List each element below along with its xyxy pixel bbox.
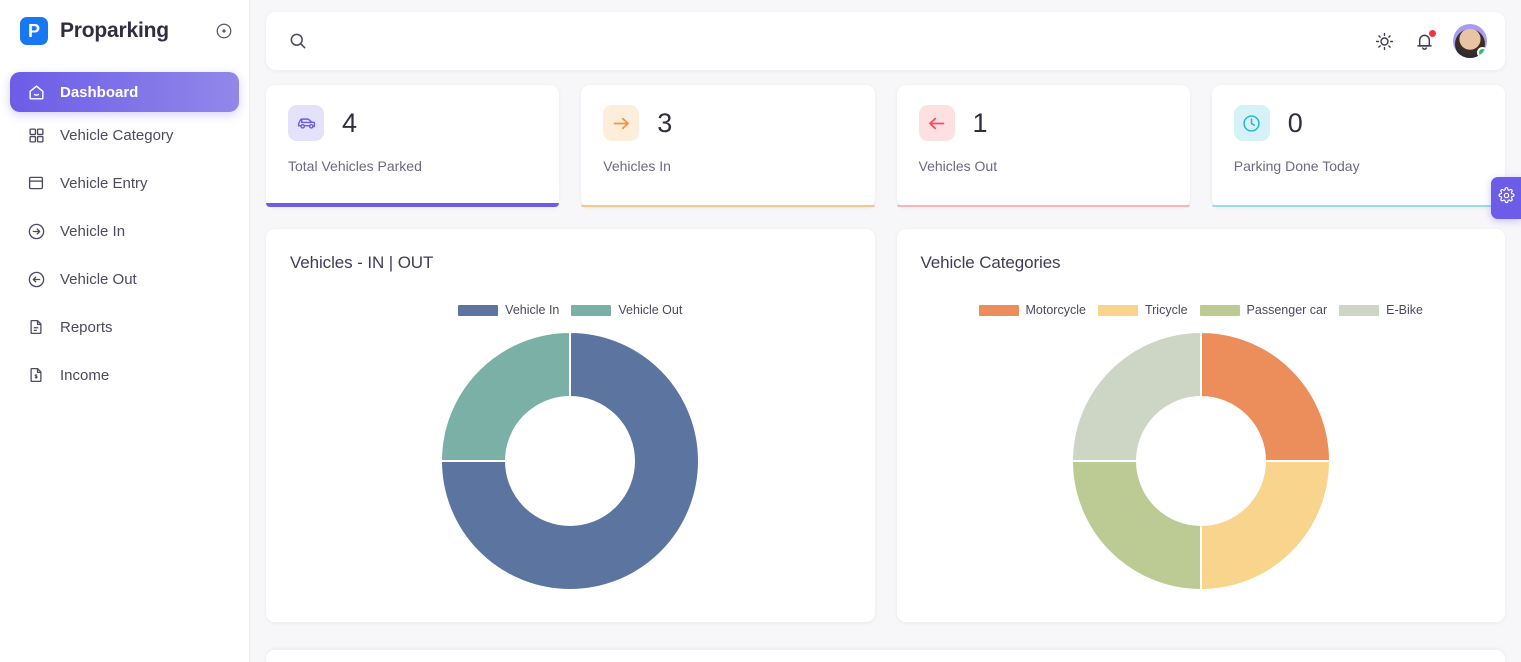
sidebar-item-label: Vehicle Category: [60, 126, 174, 144]
chart-title: Vehicles - IN | OUT: [290, 253, 434, 272]
legend-swatch: [1339, 304, 1380, 316]
donut-slice[interactable]: [1070, 460, 1202, 592]
document-icon: [26, 317, 46, 337]
legend-swatch: [571, 304, 612, 316]
stat-label: Vehicles Out: [918, 158, 998, 174]
sidebar-item-vehicle-entry[interactable]: Vehicle Entry: [10, 162, 239, 204]
chart-card-vehicles-in-out: Vehicles - IN | OUT Vehicle In Vehicle Ou…: [266, 229, 875, 622]
arrow-right-icon: [603, 105, 640, 141]
legend-swatch: [978, 304, 1019, 316]
topbar: [266, 12, 1505, 70]
legend-label: Tricycle: [1144, 303, 1188, 317]
chart-card-vehicle-categories: Vehicle Categories Motorcycle Tricycle Pas…: [896, 229, 1505, 622]
donut-chart-container: [290, 329, 851, 593]
home-icon: [26, 82, 46, 102]
legend-item[interactable]: Vehicle In: [458, 303, 559, 317]
donut-slice[interactable]: [440, 330, 572, 462]
notification-badge: [1428, 29, 1437, 38]
sidebar-item-label: Vehicle Out: [60, 270, 137, 288]
stat-top: 4: [288, 105, 537, 141]
stat-top: 3: [603, 105, 852, 141]
stat-card-vehicles-in[interactable]: 3 Vehicles In: [581, 85, 875, 207]
stat-label: Total Vehicles Parked: [288, 158, 422, 174]
sidebar-nav: Dashboard Vehicle Category Vehicle Entry…: [0, 72, 249, 396]
bottom-panel-partial: [266, 650, 1505, 662]
app-root: P Proparking Dashboard Vehicle Category …: [0, 0, 1521, 662]
avatar[interactable]: [1453, 24, 1487, 58]
clock-icon: [1233, 105, 1270, 141]
stat-cards: 4 Total Vehicles Parked 3 Vehicles In 1 …: [266, 85, 1506, 207]
stat-card-total-vehicles-parked[interactable]: 4 Total Vehicles Parked: [266, 85, 560, 207]
sidebar-item-label: Dashboard: [60, 83, 139, 101]
window-icon: [26, 173, 46, 193]
legend-label: Vehicle Out: [618, 303, 683, 317]
donut-slice[interactable]: [1070, 330, 1202, 462]
legend-swatch: [1097, 304, 1138, 316]
sidebar-item-reports[interactable]: Reports: [10, 306, 239, 348]
stat-label: Vehicles In: [603, 158, 671, 174]
chart-legend: Vehicle In Vehicle Out: [290, 303, 851, 317]
search-container: [288, 21, 1359, 61]
arrow-left-circle-icon: [26, 269, 46, 289]
legend-label: Passenger car: [1246, 303, 1328, 317]
donut-chart-vehicles-in-out: [440, 330, 701, 591]
donut-chart-vehicle-categories: [1070, 330, 1331, 592]
donut-chart-container: [921, 329, 1482, 593]
sidebar: P Proparking Dashboard Vehicle Category …: [0, 0, 250, 662]
bell-icon[interactable]: [1413, 29, 1437, 52]
topbar-actions: [1373, 24, 1487, 58]
sidebar-item-vehicle-category[interactable]: Vehicle Category: [10, 114, 239, 156]
legend-label: Vehicle In: [505, 303, 560, 317]
circle-dot-icon[interactable]: [215, 22, 233, 40]
brand-header: P Proparking: [0, 0, 249, 62]
sidebar-item-income[interactable]: Income: [10, 354, 239, 396]
arrow-left-icon: [918, 105, 955, 141]
legend-swatch: [1199, 304, 1240, 316]
sidebar-item-label: Vehicle Entry: [60, 174, 148, 192]
search-input[interactable]: [320, 21, 1359, 61]
app-title: Proparking: [60, 19, 169, 42]
legend-item[interactable]: E-Bike: [1339, 303, 1423, 317]
legend-swatch: [458, 304, 499, 316]
gear-icon: [1497, 187, 1515, 209]
sidebar-item-dashboard[interactable]: Dashboard: [10, 72, 239, 112]
legend-label: E-Bike: [1386, 303, 1423, 317]
legend-item[interactable]: Tricycle: [1097, 303, 1188, 317]
stat-top: 0: [1233, 105, 1483, 141]
arrow-right-circle-icon: [26, 221, 46, 241]
sidebar-item-label: Reports: [60, 318, 113, 336]
app-logo: P: [20, 17, 48, 45]
stat-value: 1: [972, 107, 988, 138]
stat-top: 1: [918, 105, 1168, 141]
grid-icon: [26, 125, 46, 145]
status-badge: [1477, 47, 1487, 58]
donut-slice[interactable]: [1199, 330, 1331, 462]
search-icon: [288, 31, 308, 51]
stat-card-parking-done-today[interactable]: 0 Parking Done Today: [1211, 85, 1506, 207]
stat-value: 3: [657, 107, 673, 138]
chart-title: Vehicle Categories: [920, 253, 1061, 272]
chart-cards: Vehicles - IN | OUT Vehicle In Vehicle Ou…: [266, 229, 1505, 622]
document-dollar-icon: [26, 365, 46, 385]
main-content: 4 Total Vehicles Parked 3 Vehicles In 1 …: [250, 0, 1521, 662]
sidebar-item-label: Vehicle In: [60, 222, 126, 240]
sidebar-item-vehicle-out[interactable]: Vehicle Out: [10, 258, 239, 300]
sidebar-item-label: Income: [60, 366, 110, 384]
stat-card-vehicles-out[interactable]: 1 Vehicles Out: [896, 85, 1191, 207]
settings-fab-button[interactable]: [1491, 177, 1521, 219]
chart-legend: Motorcycle Tricycle Passenger car E-Bike: [921, 303, 1482, 317]
sidebar-item-vehicle-in[interactable]: Vehicle In: [10, 210, 239, 252]
stat-value: 0: [1287, 107, 1303, 138]
stat-label: Parking Done Today: [1233, 158, 1360, 174]
legend-label: Motorcycle: [1025, 303, 1086, 317]
sun-icon[interactable]: [1373, 30, 1395, 52]
legend-item[interactable]: Motorcycle: [978, 303, 1086, 317]
legend-item[interactable]: Vehicle Out: [571, 303, 682, 317]
stat-value: 4: [342, 107, 358, 138]
legend-item[interactable]: Passenger car: [1199, 303, 1328, 317]
car-icon: [288, 105, 324, 141]
donut-slice[interactable]: [1199, 460, 1331, 592]
